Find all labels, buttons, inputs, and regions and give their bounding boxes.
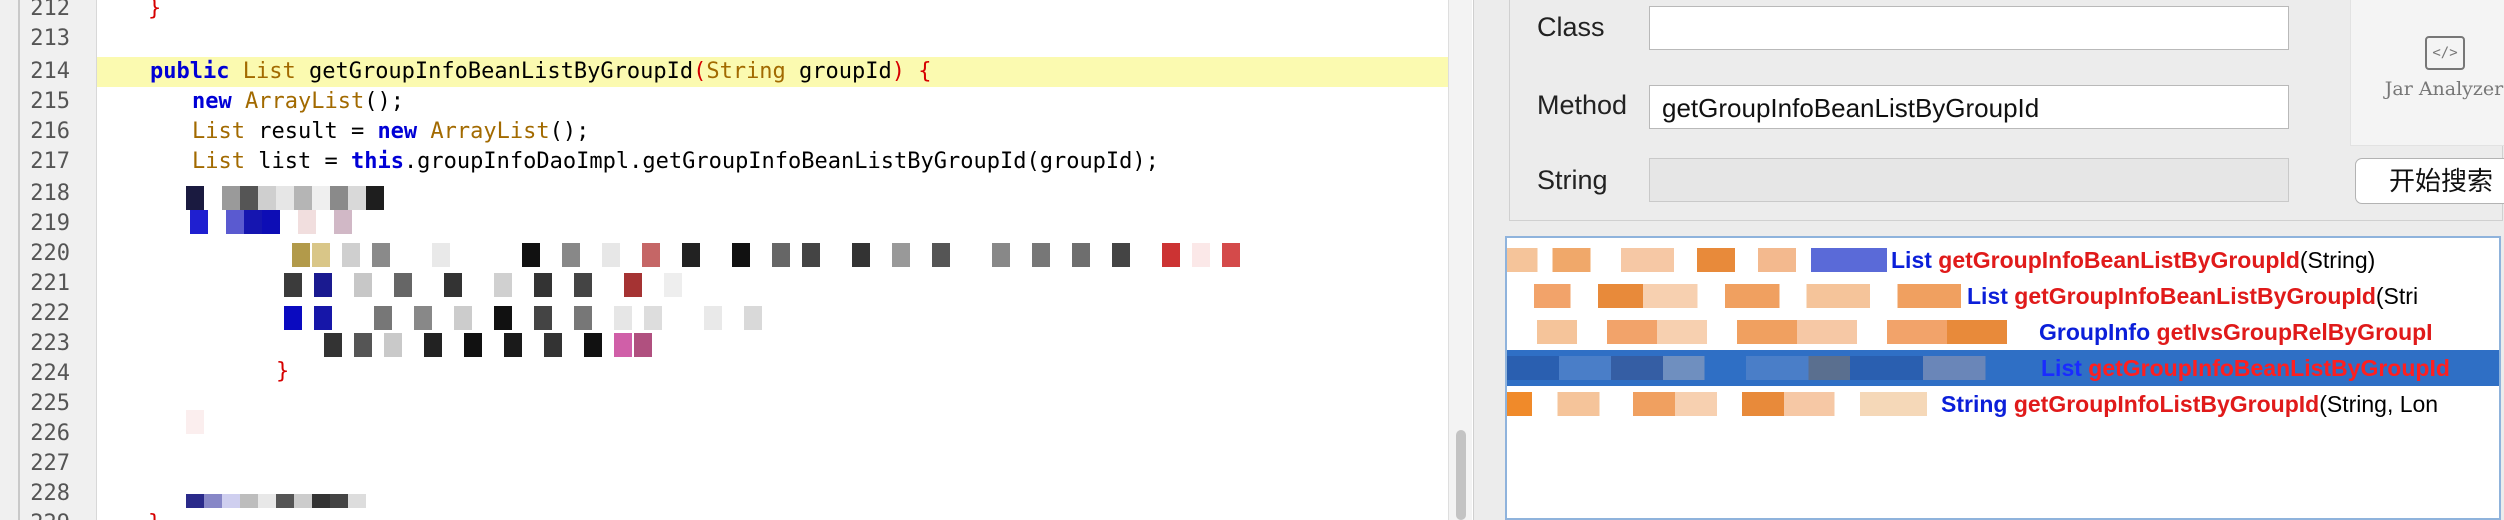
jar-analyzer-logo: </> Jar Analyzer [2350,0,2504,146]
code-type: List [192,119,245,144]
code-type: ArrayList [231,89,365,114]
redacted-class-mosaic [1507,356,2027,380]
result-signature: List getGroupInfoBeanListByGroupId(Strin… [1891,242,2375,278]
string-label: String [1537,165,1608,195]
line-number: 213 [30,26,70,51]
code-line-215: new ArrayList(); [192,87,404,117]
code-text: list = [244,149,351,174]
redacted-class-mosaic [1507,320,2007,344]
search-panel: Class Method getGroupInfoBeanListByGroup… [1473,0,2504,520]
class-input[interactable] [1649,6,2289,50]
result-row[interactable]: GroupInfo getIvsGroupRelByGroupI [1507,314,2499,350]
redacted-code-mosaic [284,306,804,336]
result-row[interactable]: String getGroupInfoListByGroupId(String,… [1507,386,2499,422]
code-line-216: List result = new ArrayList(); [192,117,589,147]
line-number: 224 [30,361,70,386]
result-params: (Stri [2375,283,2419,309]
code-keyword: public [150,59,230,84]
code-text: .groupInfoDaoImpl.getGroupInfoBeanListBy… [403,149,1159,174]
editor-vertical-scrollbar[interactable] [1448,0,1472,520]
method-label: Method [1537,90,1628,120]
result-method-name: getGroupInfoBeanListByGroupId [2014,283,2376,309]
code-method-name: getGroupInfoBeanListByGroupId [295,59,694,84]
logo-text: Jar Analyzer [2384,78,2504,100]
result-signature: GroupInfo getIvsGroupRelByGroupI [2039,314,2433,350]
code-type: List [242,59,296,84]
result-row[interactable]: List getGroupInfoBeanListByGroupId(Stri [1507,278,2499,314]
result-method-name: getGroupInfoBeanListByGroupId [1938,247,2300,273]
redacted-brace: } [276,359,290,384]
result-method-name: getGroupInfoListByGroupId [2013,391,2320,417]
code-keyword: new [377,119,418,144]
line-number: 228 [30,481,70,506]
redacted-class-mosaic [1507,284,1961,308]
code-paren: ) [891,59,906,84]
code-text: result = [244,119,378,144]
redacted-code-mosaic [190,210,430,240]
line-number: 227 [30,451,70,476]
line-number: 214 [30,59,70,84]
line-number: 229 [0,509,70,520]
result-signature: List getGroupInfoBeanListByGroupId(Stri [1967,278,2418,314]
code-tag-icon: </> [2425,36,2465,70]
search-results-list[interactable]: List getGroupInfoBeanListByGroupId(Strin… [1505,236,2501,520]
result-return-type: List [1967,283,2008,309]
method-input[interactable]: getGroupInfoBeanListByGroupId [1649,85,2289,129]
result-row-selected[interactable]: List getGroupInfoBeanListByGroupId [1507,350,2499,386]
result-return-type: List [2041,355,2082,381]
line-number: 212 [30,0,70,21]
code-param-name: groupId [785,59,892,84]
search-form: Class Method getGroupInfoBeanListByGroup… [1509,0,2504,221]
result-method-name: getIvsGroupRelByGroupI [2156,319,2433,345]
line-number: 223 [30,331,70,356]
code-param-type: String [706,59,786,84]
code-closing-brace: } [148,509,161,520]
code-line-217: List list = this.groupInfoDaoImpl.getGro… [192,147,1159,177]
result-params: (String) [2299,247,2376,273]
result-return-type: String [1941,391,2008,417]
line-number: 216 [30,119,70,144]
line-number: 221 [30,271,70,296]
line-number: 222 [30,301,70,326]
line-number: 215 [30,89,70,114]
redacted-code-mosaic [284,273,704,303]
line-number-gutter: 212 213 214 215 216 217 218 219 220 221 … [0,0,97,520]
line-number: 226 [30,421,70,446]
result-return-type: GroupInfo [2039,319,2151,345]
code-brace: { [905,59,932,84]
redacted-code-mosaic [232,243,1242,273]
code-closing-brace: } [148,0,162,21]
result-signature: String getGroupInfoListByGroupId(String,… [1941,386,2438,422]
code-type: List [192,149,245,174]
result-row[interactable]: List getGroupInfoBeanListByGroupId(Strin… [1507,242,2499,278]
result-method-name: getGroupInfoBeanListByGroupId [2088,355,2450,381]
redacted-code-mosaic [186,410,216,440]
code-keyword: new [192,89,232,114]
line-number: 218 [30,181,70,206]
string-input[interactable] [1649,158,2289,202]
code-keyword: this [350,149,404,174]
redacted-class-mosaic [1507,392,1927,416]
result-params: (String, Lon [2319,391,2439,417]
code-text: (); [364,89,404,114]
line-number: 217 [30,149,70,174]
line-number: 225 [30,391,70,416]
line-number: 219 [30,211,70,236]
line-number: 220 [30,241,70,266]
redacted-code-mosaic [284,333,664,363]
code-line-214: public List getGroupInfoBeanListByGroupI… [150,57,932,87]
code-paren: ( [693,59,707,84]
start-search-button[interactable]: 开始搜索 [2355,158,2504,204]
code-editor[interactable]: 212 213 214 215 216 217 218 219 220 221 … [0,0,1472,520]
result-signature: List getGroupInfoBeanListByGroupId [2041,350,2450,386]
class-label: Class [1537,12,1605,42]
scrollbar-thumb[interactable] [1456,430,1466,520]
code-text: (); [549,119,590,144]
redacted-code-mosaic [186,490,386,520]
code-type: ArrayList [417,119,550,144]
redacted-class-mosaic [1507,248,1887,272]
result-return-type: List [1891,247,1932,273]
